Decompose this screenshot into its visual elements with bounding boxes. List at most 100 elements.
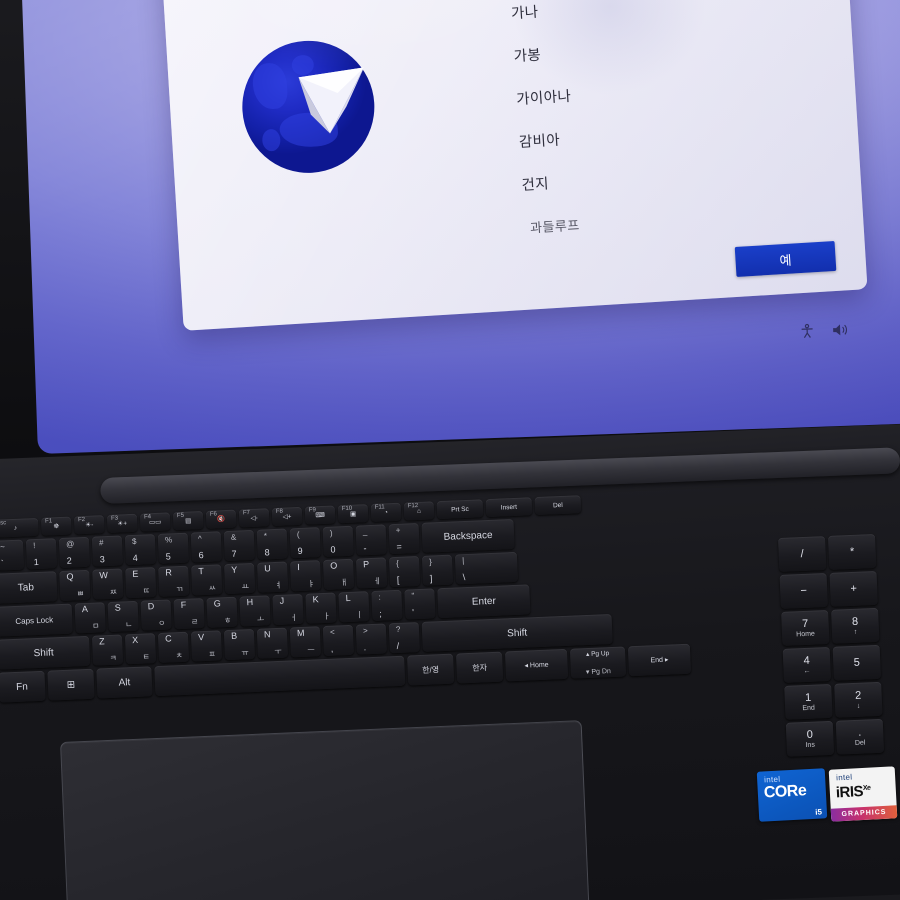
key-bracket-left[interactable]: {[ [388, 555, 421, 588]
key-a[interactable]: Aㅁ [74, 602, 106, 634]
key-o[interactable]: Oㅐ [322, 558, 355, 590]
key-slash[interactable]: ? / [388, 622, 420, 654]
key-w[interactable]: Wㅉ [92, 568, 124, 600]
key-f7[interactable]: F7 ◁- [238, 508, 270, 528]
key-i[interactable]: Iㅑ [289, 560, 322, 592]
key-space[interactable] [154, 655, 406, 697]
screenshot-root: 한국 가나 가봉 가이아나 감비아 건지 과들루프 [0, 0, 900, 900]
key-insert[interactable]: Insert [485, 497, 533, 518]
keyboard[interactable]: Esc ♪ F1 ☸ F2 ☀- F3 ☀+ F4 ▭▭ F5 ▤ F6 🔇 F7 ◁- F8 ◁… [0, 481, 900, 706]
key-backspace[interactable]: Backspace [421, 518, 515, 553]
key-y[interactable]: Yㅛ [224, 562, 256, 595]
key-u[interactable]: Uㅕ [257, 561, 289, 593]
key-e[interactable]: Eㄸ [125, 567, 157, 599]
key-q[interactable]: Qㅃ [59, 569, 91, 602]
numpad-decimal-del[interactable]: . Del [835, 718, 885, 755]
key-backslash[interactable]: | \ [454, 551, 519, 585]
key-f[interactable]: Fㄹ [173, 598, 205, 630]
paper-plane-icon [298, 67, 365, 134]
key-f9[interactable]: F9 ⌨ [304, 505, 336, 525]
numpad-multiply[interactable]: * [827, 533, 877, 570]
key-hanja[interactable]: 한자 [456, 651, 504, 684]
numpad-add[interactable]: + [829, 570, 878, 607]
key-f3[interactable]: F3 ☀+ [106, 513, 138, 534]
key-alt-left[interactable]: Alt [96, 666, 153, 699]
key-f4[interactable]: F4 ▭▭ [139, 512, 171, 532]
key-j[interactable]: Jㅓ [272, 593, 304, 626]
key-z[interactable]: Zㅋ [91, 634, 124, 666]
numpad-4-left[interactable]: 4 ← [782, 646, 832, 683]
key-c[interactable]: Cㅊ [157, 631, 190, 663]
numpad-5[interactable]: 5 [832, 644, 881, 681]
volume-icon[interactable] [832, 323, 848, 338]
key-equals[interactable]: + = [388, 522, 420, 555]
key-hangul-english-toggle[interactable]: 한/영 [407, 653, 455, 686]
key-page-up[interactable]: ▴ Pg Up ▾ Pg Dn [569, 646, 627, 679]
key-f2[interactable]: F2 ☀- [73, 515, 105, 535]
key-p[interactable]: Pㅔ [355, 557, 388, 589]
key-g[interactable]: Gㅎ [206, 596, 238, 628]
key-6[interactable]: ^ 6 [190, 531, 222, 563]
country-list[interactable]: 한국 가나 가봉 가이아나 감비아 건지 과들루프 [491, 0, 821, 250]
key-fn[interactable]: Fn [0, 670, 46, 703]
key-8[interactable]: * 8 [256, 528, 288, 560]
key-f11[interactable]: F11 ◔ [370, 502, 402, 522]
numpad-7-home[interactable]: 7 Home [781, 609, 830, 646]
confirm-yes-button[interactable]: 예 [734, 240, 837, 277]
key-7[interactable]: & 7 [223, 529, 255, 562]
key-period[interactable]: >. [355, 623, 387, 655]
key-bracket-right[interactable]: }] [421, 554, 454, 586]
key-backtick[interactable]: ~ ` [0, 539, 25, 571]
key-home-arrow[interactable]: ◂ Home [504, 648, 569, 682]
key-2[interactable]: @2 [58, 536, 91, 569]
key-f5[interactable]: F5 ▤ [172, 510, 204, 531]
key-x[interactable]: Xㅌ [124, 633, 157, 665]
key-1[interactable]: ! 1 [25, 538, 58, 570]
windows-key-icon[interactable]: ⊞ [47, 668, 95, 701]
key-shift-left[interactable]: Shift [0, 635, 91, 670]
key-s[interactable]: Sㄴ [107, 600, 139, 633]
key-quote[interactable]: " ' [404, 588, 436, 620]
key-d[interactable]: Dㅇ [140, 599, 172, 631]
numpad-2-down[interactable]: 2 ↓ [834, 681, 883, 718]
key-0[interactable]: ) 0 [322, 525, 354, 557]
key-4[interactable]: $4 [124, 534, 156, 566]
key-f10[interactable]: F10 ▣ [337, 504, 369, 524]
key-esc[interactable]: Esc ♪ [0, 517, 39, 538]
key-shift-right[interactable]: Shift [421, 613, 613, 652]
key-enter[interactable]: Enter [437, 584, 531, 619]
key-f1[interactable]: F1 ☸ [40, 516, 72, 536]
key-9[interactable]: (9 [289, 527, 321, 559]
key-caps-lock[interactable]: Caps Lock [0, 603, 73, 637]
numpad-subtract[interactable]: − [779, 572, 828, 609]
key-tab[interactable]: Tab [0, 571, 58, 604]
key-comma[interactable]: <, [322, 624, 354, 657]
key-r[interactable]: Rㄲ [158, 565, 190, 597]
key-delete[interactable]: Del [534, 495, 582, 516]
key-f8[interactable]: F8 ◁+ [271, 506, 303, 527]
intel-iris-xe-sticker: intel iRISXe GRAPHICS [828, 766, 898, 822]
key-print-screen[interactable]: Prt Sc [436, 499, 484, 520]
numpad-8-up[interactable]: 8 ↑ [831, 607, 880, 644]
key-end-arrow[interactable]: End ▸ [627, 643, 692, 677]
trackpad[interactable] [60, 720, 590, 900]
numpad-1-end[interactable]: 1 End [784, 683, 833, 720]
key-3[interactable]: #3 [91, 535, 124, 567]
key-minus[interactable]: _ - [355, 524, 387, 556]
key-m[interactable]: Mㅡ [289, 626, 321, 658]
key-k[interactable]: Kㅏ [305, 592, 337, 624]
numpad-0-ins[interactable]: 0 Ins [785, 720, 835, 757]
accessibility-icon[interactable] [799, 323, 816, 340]
key-5[interactable]: % 5 [157, 532, 189, 564]
key-h[interactable]: Hㅗ [239, 595, 271, 627]
key-f12[interactable]: F12 ⌂ [403, 501, 435, 521]
numeric-keypad[interactable]: / * − + 7 Home 8 ↑ 4 ← 5 1 End 2 ↓ 0 Ins . Del [778, 533, 900, 760]
key-b[interactable]: Bㅠ [223, 628, 256, 661]
key-v[interactable]: Vㅍ [190, 630, 223, 662]
key-t[interactable]: Tㅆ [191, 564, 223, 596]
key-semicolon[interactable]: :; [371, 589, 403, 621]
key-n[interactable]: Nㅜ [256, 627, 289, 659]
numpad-divide[interactable]: / [778, 536, 827, 572]
key-f6[interactable]: F6 🔇 [205, 509, 237, 529]
key-l[interactable]: Lㅣ [338, 591, 370, 623]
